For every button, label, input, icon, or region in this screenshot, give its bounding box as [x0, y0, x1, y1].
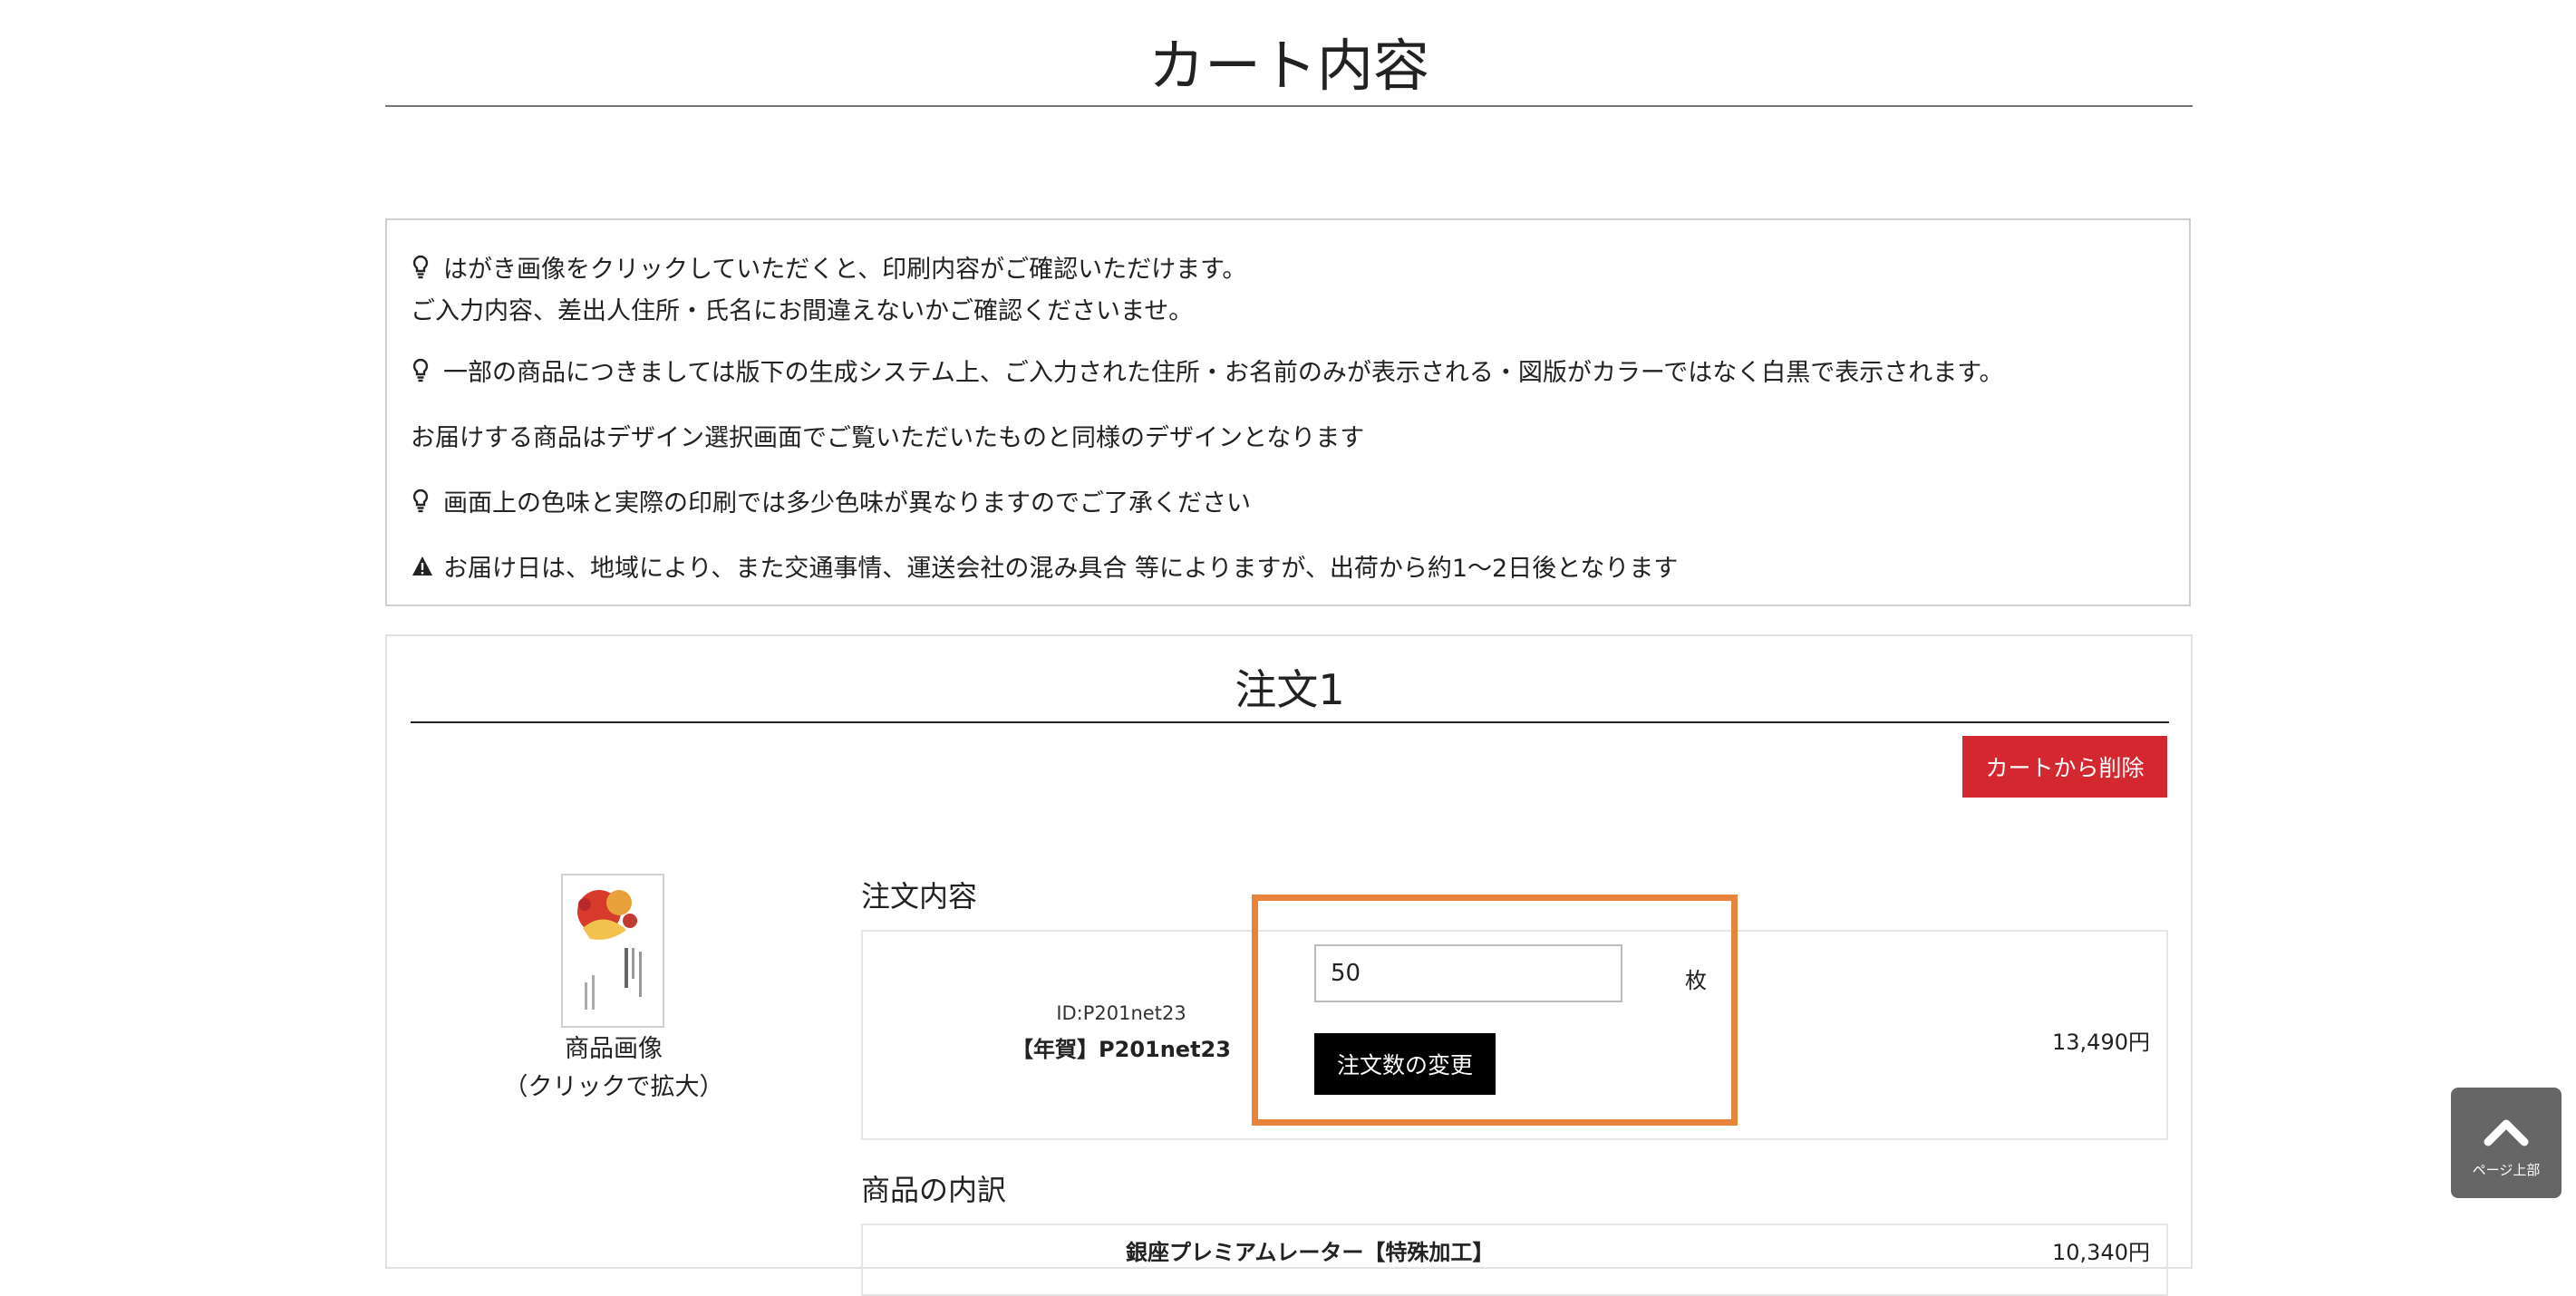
- breakdown-item-price: 10,340円: [2052, 1240, 2150, 1265]
- chevron-up-icon: [2484, 1119, 2529, 1146]
- breakdown-heading: 商品の内訳: [861, 1173, 1007, 1207]
- cart-notice-box: はがき画像をクリックしていただくと、印刷内容がご確認いただけます。 ご入力内容、…: [385, 218, 2191, 606]
- notice-item: はがき画像をクリックしていただくと、印刷内容がご確認いただけます。: [411, 249, 2189, 291]
- notice-item: お届け日は、地域により、また交通事情、運送会社の混み具合 等によりますが、出荷か…: [411, 548, 2189, 590]
- breakdown-item-name: 銀座プレミアムレーター【特殊加工】: [1126, 1240, 1495, 1265]
- product-id: ID:P201net23: [1056, 1002, 1186, 1024]
- thumbnail-caption: 商品画像 （クリックで拡大）: [503, 1035, 724, 1101]
- warning-icon: [411, 552, 432, 579]
- notice-item: お届けする商品はデザイン選択画面でご覧いただいたものと同様のデザインとなります: [411, 424, 1365, 452]
- notice-item: 画面上の色味と実際の印刷では多少色味が異なりますのでご了承ください: [411, 483, 2189, 525]
- breakdown-box: 銀座プレミアムレーター【特殊加工】 10,340円: [861, 1223, 2168, 1296]
- lightbulb-icon: [411, 487, 431, 514]
- item-price: 13,490円: [2052, 1030, 2150, 1055]
- scroll-to-top-button[interactable]: ページ上部: [2451, 1088, 2561, 1198]
- order-title: 注文1: [411, 658, 2169, 723]
- postcard-thumbnail[interactable]: [561, 874, 664, 1028]
- notice-item-continued: ご入力内容、差出人住所・氏名にお間違えないかご確認くださいませ。: [411, 297, 1194, 325]
- order-details-box: ID:P201net23 【年賀】P201net23 枚 注文数の変更 13,4…: [861, 930, 2168, 1140]
- scroll-to-top-label: ページ上部: [2472, 1162, 2541, 1178]
- page-title: カート内容: [385, 27, 2193, 107]
- change-quantity-button[interactable]: 注文数の変更: [1314, 1033, 1496, 1095]
- lightbulb-icon: [411, 253, 431, 280]
- remove-from-cart-button[interactable]: カートから削除: [1962, 736, 2167, 798]
- order-card: 注文1 カートから削除 商品画像 （クリックで拡大） 注文内容 ID:P201n…: [385, 634, 2193, 1296]
- notice-item: 一部の商品につきましては版下の生成システム上、ご入力された住所・お名前のみが表示…: [411, 353, 2189, 394]
- quantity-unit: 枚: [1685, 968, 1707, 993]
- quantity-input[interactable]: [1314, 944, 1622, 1002]
- order-details-heading: 注文内容: [861, 879, 978, 914]
- product-name: 【年賀】P201net23: [1012, 1037, 1231, 1062]
- lightbulb-icon: [411, 356, 431, 383]
